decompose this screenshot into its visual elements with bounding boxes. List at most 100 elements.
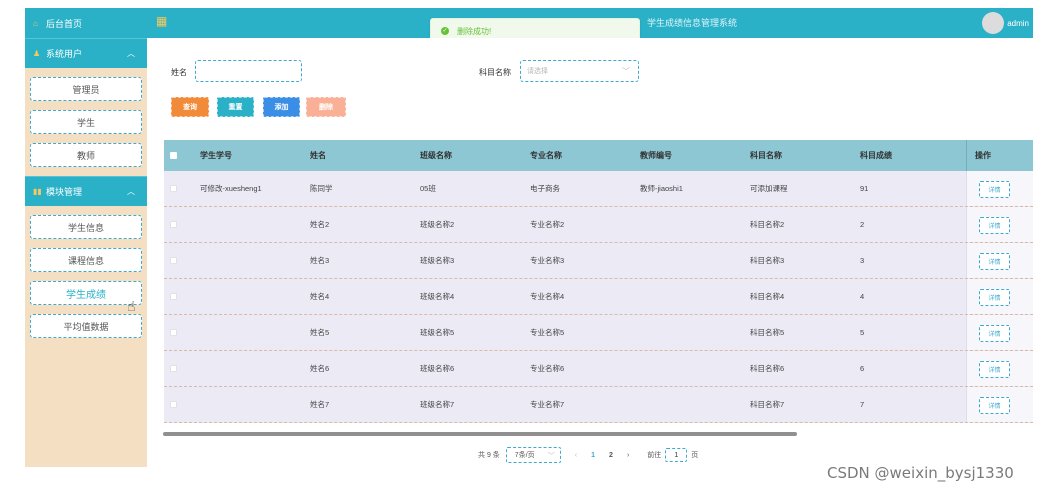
cell-major: 专业名称6 bbox=[530, 364, 565, 373]
prev-page-button[interactable]: ‹ bbox=[575, 452, 577, 459]
cell-actions: 详情 bbox=[966, 207, 1033, 242]
page-2-button[interactable]: 2 bbox=[609, 452, 613, 459]
detail-button[interactable]: 详情 bbox=[979, 397, 1010, 414]
table-row: 姓名6 班级名称6 专业名称6 科目名称6 6 详情 bbox=[164, 351, 1033, 387]
watermark: CSDN @weixin_bysj1330 bbox=[827, 464, 1014, 482]
row-checkbox[interactable] bbox=[170, 351, 177, 386]
cell-score: 4 bbox=[860, 292, 865, 301]
col-ops-cell: 操作 bbox=[966, 140, 1033, 171]
cell-subject: 科目名称5 bbox=[750, 328, 785, 337]
cell-actions: 详情 bbox=[966, 387, 1033, 422]
col-subject: 科目名称 bbox=[750, 151, 782, 160]
hand-cursor-icon: ☝ bbox=[127, 298, 136, 314]
cell-class: 班级名称3 bbox=[420, 256, 455, 265]
sidebar-submenu-modules: 学生信息 课程信息 学生成绩 平均值数据 bbox=[25, 206, 147, 351]
cell-teacher-id: 教师-jiaoshi1 bbox=[640, 184, 683, 193]
cell-actions: 详情 bbox=[966, 315, 1033, 350]
name-input[interactable] bbox=[195, 60, 302, 82]
sidebar-home-label: 后台首页 bbox=[46, 18, 83, 29]
chevron-down-icon: ﹀ bbox=[622, 67, 630, 76]
row-checkbox[interactable] bbox=[170, 387, 177, 422]
detail-button[interactable]: 详情 bbox=[979, 325, 1010, 342]
row-checkbox[interactable] bbox=[170, 279, 177, 314]
sidebar-item-course-info[interactable]: 课程信息 bbox=[30, 248, 142, 272]
col-class: 班级名称 bbox=[420, 151, 452, 160]
row-checkbox[interactable] bbox=[170, 171, 177, 206]
table-row: 姓名3 班级名称3 专业名称3 科目名称3 3 详情 bbox=[164, 243, 1033, 279]
cell-actions: 详情 bbox=[966, 351, 1033, 386]
cell-class: 班级名称6 bbox=[420, 364, 455, 373]
total-count: 共 9 条 bbox=[478, 452, 500, 459]
username[interactable]: admin bbox=[1007, 19, 1029, 28]
table-row: 姓名2 班级名称2 专业名称2 科目名称2 2 详情 bbox=[164, 207, 1033, 243]
cell-class: 班级名称4 bbox=[420, 292, 455, 301]
goto-suffix: 页 bbox=[691, 452, 699, 459]
table-row: 姓名7 班级名称7 专业名称7 科目名称7 7 详情 bbox=[164, 387, 1033, 423]
subject-select-placeholder: 请选择 bbox=[527, 68, 548, 75]
sidebar-item-student-scores[interactable]: 学生成绩 bbox=[30, 281, 142, 305]
horizontal-scrollbar[interactable] bbox=[163, 432, 797, 436]
delete-button[interactable]: 删除 bbox=[306, 97, 346, 117]
detail-button[interactable]: 详情 bbox=[979, 217, 1010, 234]
search-button[interactable]: 查询 bbox=[171, 97, 209, 117]
sidebar-item-average-data[interactable]: 平均值数据 bbox=[30, 314, 142, 338]
page-size-select[interactable]: 7条/页 ﹀ bbox=[505, 447, 561, 463]
sidebar-item-student-info[interactable]: 学生信息 bbox=[30, 215, 142, 239]
detail-button[interactable]: 详情 bbox=[979, 289, 1010, 306]
page-size-value: 7条/页 bbox=[514, 452, 535, 459]
sidebar-home[interactable]: ⌂ 后台首页 bbox=[25, 8, 147, 38]
success-check-icon: ✓ bbox=[441, 27, 449, 35]
select-all-checkbox[interactable] bbox=[170, 140, 177, 171]
cell-score: 7 bbox=[860, 400, 865, 409]
name-label: 姓名 bbox=[171, 68, 187, 77]
cell-subject: 科目名称3 bbox=[750, 256, 785, 265]
detail-button[interactable]: 详情 bbox=[979, 253, 1010, 270]
cell-major: 专业名称2 bbox=[530, 220, 565, 229]
sidebar-group-label: 模块管理 bbox=[46, 187, 83, 197]
avatar[interactable] bbox=[982, 12, 1004, 34]
chevron-up-icon: ︿ bbox=[127, 49, 135, 58]
sidebar-group-system-users[interactable]: ♟ 系统用户 ︿ bbox=[25, 38, 147, 68]
row-checkbox[interactable] bbox=[170, 207, 177, 242]
cell-subject: 科目名称7 bbox=[750, 400, 785, 409]
subject-label: 科目名称 bbox=[479, 68, 511, 77]
cell-score: 2 bbox=[860, 220, 865, 229]
cell-class: 班级名称2 bbox=[420, 220, 455, 229]
cell-score: 3 bbox=[860, 256, 865, 265]
system-title: 学生成绩信息管理系统 bbox=[647, 18, 738, 28]
cell-major: 专业名称7 bbox=[530, 400, 565, 409]
next-page-button[interactable]: › bbox=[627, 452, 629, 459]
col-major: 专业名称 bbox=[530, 151, 562, 160]
row-checkbox[interactable] bbox=[170, 315, 177, 350]
cell-subject: 科目名称4 bbox=[750, 292, 785, 301]
detail-button[interactable]: 详情 bbox=[979, 361, 1010, 378]
cell-student-id: 可修改-xuesheng1 bbox=[200, 184, 262, 193]
sidebar-item-student[interactable]: 学生 bbox=[30, 110, 142, 134]
subject-select[interactable]: 请选择 ﹀ bbox=[520, 60, 639, 82]
cell-subject: 科目名称6 bbox=[750, 364, 785, 373]
row-checkbox[interactable] bbox=[170, 243, 177, 278]
table-row: 可修改-xuesheng1 陈同学 05班 电子商务 教师-jiaoshi1 可… bbox=[164, 171, 1033, 207]
cell-actions: 详情 bbox=[966, 243, 1033, 278]
col-score: 科目成绩 bbox=[860, 151, 892, 160]
page-1-button[interactable]: 1 bbox=[591, 452, 595, 459]
cell-score: 5 bbox=[860, 328, 865, 337]
cell-score: 91 bbox=[860, 184, 869, 193]
menu-grid-icon[interactable]: ▦ bbox=[156, 14, 167, 28]
chevron-down-icon: ﹀ bbox=[547, 453, 555, 460]
detail-button[interactable]: 详情 bbox=[979, 181, 1010, 198]
pagination: 共 9 条 7条/页 ﹀ ‹ 1 2 › 前往 1 页 bbox=[478, 446, 698, 464]
table-row: 姓名4 班级名称4 专业名称4 科目名称4 4 详情 bbox=[164, 279, 1033, 315]
cell-actions: 详情 bbox=[966, 279, 1033, 314]
reset-button[interactable]: 重置 bbox=[217, 97, 254, 117]
sidebar-item-admin[interactable]: 管理员 bbox=[30, 77, 142, 101]
main-content: 姓名 科目名称 请选择 ﹀ 查询 重置 添加 删除 学生学号 姓名 班级名称 专… bbox=[147, 38, 1033, 467]
sidebar-item-teacher[interactable]: 教师 bbox=[30, 143, 142, 167]
add-button[interactable]: 添加 bbox=[263, 97, 300, 117]
home-icon: ⌂ bbox=[33, 18, 38, 28]
col-teacher-id: 教师编号 bbox=[640, 151, 672, 160]
goto-page-input[interactable]: 1 bbox=[665, 448, 688, 462]
cell-major: 专业名称5 bbox=[530, 328, 565, 337]
table-header: 学生学号 姓名 班级名称 专业名称 教师编号 科目名称 科目成绩 操作 bbox=[164, 140, 1033, 171]
sidebar-group-module-management[interactable]: ▮▮ 模块管理 ︿ bbox=[25, 176, 147, 206]
